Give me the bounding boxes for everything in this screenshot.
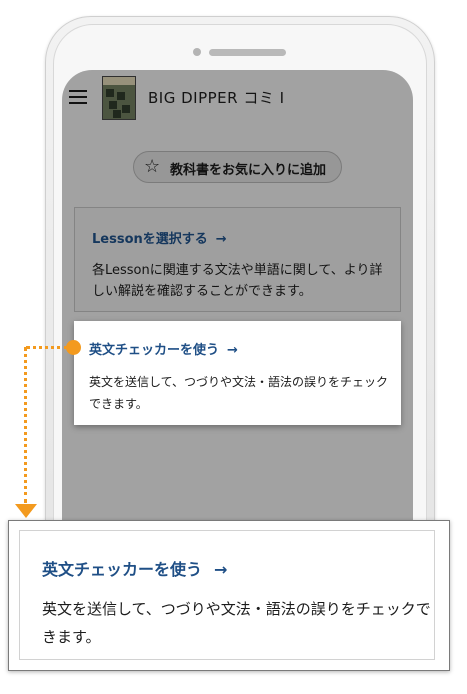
english-checker-card[interactable]: 英文チェッカーを使う → 英文を送信して、つづりや文法・語法の誤りをチェックできま… — [74, 321, 401, 425]
english-checker-heading[interactable]: 英文チェッカーを使う → — [89, 339, 238, 358]
callout-dotted-line-vertical — [24, 347, 27, 503]
zoom-english-checker-description: 英文を送信して、つづりや文法・語法の誤りをチェックできます。 — [42, 600, 431, 646]
phone-screen: BIG DIPPER コミ I ☆ 教科書をお気に入りに追加 Lessonを選択… — [62, 70, 413, 540]
phone-camera — [193, 48, 201, 56]
callout-arrowhead-icon — [15, 504, 37, 518]
phone-speaker — [209, 49, 286, 56]
callout-dotted-line-horizontal — [26, 346, 68, 349]
callout-dot-marker — [66, 340, 81, 355]
dim-overlay — [62, 70, 413, 540]
arrow-right-icon: → — [214, 560, 228, 579]
zoom-callout-box: 英文チェッカーを使う → 英文を送信して、つづりや文法・語法の誤りをチェックできま… — [8, 520, 450, 671]
arrow-right-icon: → — [227, 343, 238, 358]
zoom-english-checker-card: 英文チェッカーを使う → 英文を送信して、つづりや文法・語法の誤りをチェックできま… — [19, 530, 435, 660]
english-checker-description: 英文を送信して、つづりや文法・語法の誤りをチェックできます。 — [89, 375, 389, 411]
zoom-english-checker-heading: 英文チェッカーを使う → — [42, 560, 228, 579]
page: BIG DIPPER コミ I ☆ 教科書をお気に入りに追加 Lessonを選択… — [0, 0, 467, 694]
